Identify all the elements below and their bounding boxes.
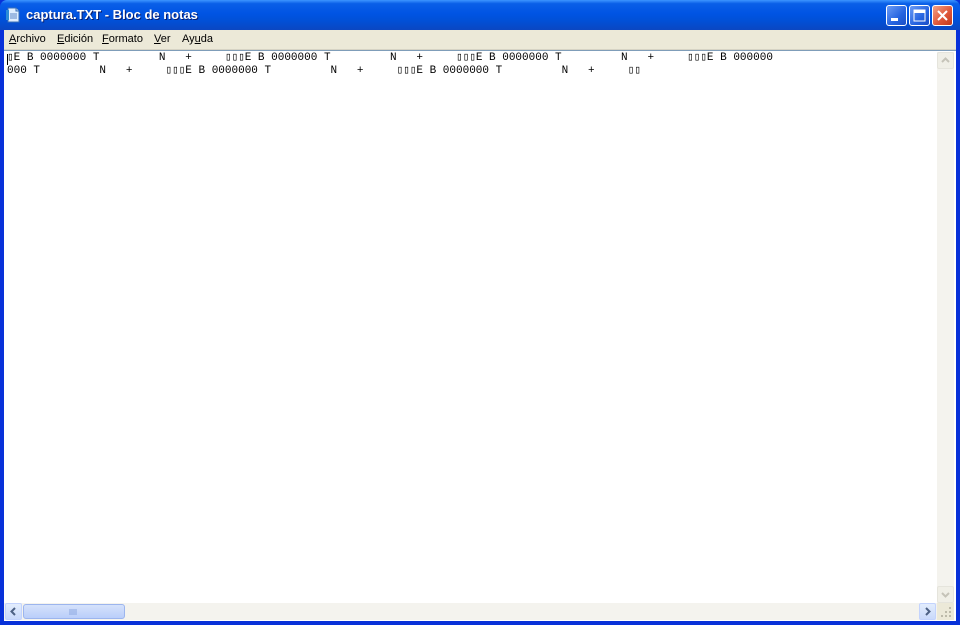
menu-ver-mnemonic: V <box>154 33 161 45</box>
maximize-icon <box>913 9 926 22</box>
window-client: Archivo Edición Formato Ver Ayuda ▯E B 0… <box>4 30 956 621</box>
menu-edicion-label: dición <box>64 33 94 45</box>
text-caret <box>7 54 8 65</box>
menu-ayuda-label: da <box>200 33 214 45</box>
window-title: captura.TXT - Bloc de notas <box>26 7 198 22</box>
editor-line-2: 000 T N + ▯▯▯E B 0000000 T N + ▯▯▯E B 00… <box>7 65 641 77</box>
resize-grip-icon <box>941 607 951 617</box>
minimize-button[interactable] <box>886 5 907 26</box>
notepad-icon <box>6 7 20 23</box>
scroll-right-button[interactable] <box>919 603 936 620</box>
editor-text[interactable]: ▯E B 0000000 T N + ▯▯▯E B 0000000 T N + … <box>7 52 935 602</box>
close-button[interactable] <box>932 5 953 26</box>
scroll-up-button[interactable] <box>937 52 954 69</box>
resize-grip[interactable] <box>937 603 954 620</box>
maximize-button[interactable] <box>909 5 930 26</box>
menu-ver[interactable]: Ver <box>154 33 171 45</box>
menu-formato-label: ormato <box>108 33 143 45</box>
grip-icon <box>69 609 77 615</box>
menu-archivo[interactable]: Archivo <box>9 33 46 45</box>
close-icon <box>937 10 948 21</box>
menu-ver-label: er <box>160 33 171 45</box>
menu-ayuda-label-pre: Ay <box>182 33 195 45</box>
arrow-left-icon <box>10 607 16 616</box>
minimize-icon <box>891 18 898 21</box>
menu-formato[interactable]: Formato <box>102 33 143 45</box>
menu-edicion[interactable]: Edición <box>57 33 93 45</box>
title-bar[interactable]: captura.TXT - Bloc de notas <box>0 0 960 30</box>
arrow-right-icon <box>925 607 931 616</box>
menu-ayuda[interactable]: Ayuda <box>182 33 213 45</box>
horizontal-scroll-thumb[interactable] <box>23 604 125 619</box>
notepad-window: captura.TXT - Bloc de notas Archivo Edic… <box>0 0 960 625</box>
menu-archivo-label: rchivo <box>16 33 46 45</box>
horizontal-scrollbar[interactable] <box>4 603 937 620</box>
arrow-down-icon <box>941 592 950 598</box>
arrow-up-icon <box>941 57 950 63</box>
vertical-scrollbar[interactable] <box>937 52 954 603</box>
scroll-left-button[interactable] <box>5 603 22 620</box>
text-editor[interactable]: ▯E B 0000000 T N + ▯▯▯E B 0000000 T N + … <box>4 50 956 621</box>
menu-bar: Archivo Edición Formato Ver Ayuda <box>4 30 956 50</box>
scroll-down-button[interactable] <box>937 586 954 603</box>
editor-line-1: ▯E B 0000000 T N + ▯▯▯E B 0000000 T N + … <box>7 52 773 64</box>
menu-formato-mnemonic: F <box>102 33 109 45</box>
